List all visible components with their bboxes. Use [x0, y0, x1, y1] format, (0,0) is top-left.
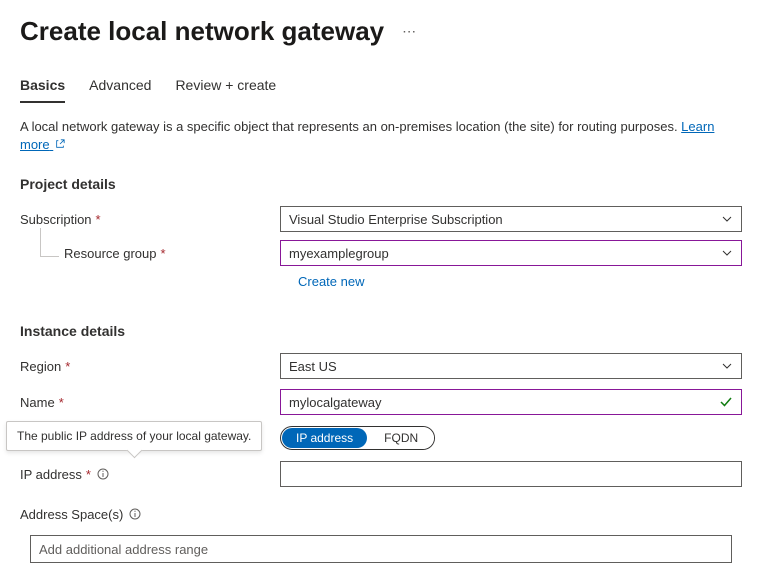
tab-basics[interactable]: Basics	[20, 71, 65, 103]
tab-review-create[interactable]: Review + create	[175, 71, 276, 103]
name-value: mylocalgateway	[289, 395, 382, 410]
section-instance-details: Instance details	[20, 323, 742, 339]
info-icon[interactable]	[97, 468, 109, 480]
intro-body: A local network gateway is a specific ob…	[20, 119, 681, 134]
intro-text: A local network gateway is a specific ob…	[20, 118, 742, 154]
ip-address-label: IP address*	[20, 467, 280, 482]
address-spaces-label: Address Space(s)	[20, 507, 280, 522]
name-label: Name*	[20, 395, 280, 410]
chevron-down-icon	[721, 247, 733, 259]
resource-group-label: Resource group*	[20, 246, 280, 261]
tabs: Basics Advanced Review + create	[20, 71, 742, 104]
external-link-icon	[55, 139, 65, 149]
resource-group-select[interactable]: myexamplegroup	[280, 240, 742, 266]
info-icon[interactable]	[129, 508, 141, 520]
region-label: Region*	[20, 359, 280, 374]
chevron-down-icon	[721, 213, 733, 225]
check-icon	[719, 395, 733, 409]
region-value: East US	[289, 359, 337, 374]
create-new-link[interactable]: Create new	[298, 274, 364, 289]
subscription-value: Visual Studio Enterprise Subscription	[289, 212, 503, 227]
endpoint-option-fqdn[interactable]: FQDN	[368, 427, 434, 449]
resource-group-value: myexamplegroup	[289, 246, 389, 261]
section-project-details: Project details	[20, 176, 742, 192]
name-input-wrapper[interactable]: mylocalgateway	[280, 389, 742, 415]
subscription-label: Subscription*	[20, 212, 280, 227]
region-select[interactable]: East US	[280, 353, 742, 379]
endpoint-toggle: IP address FQDN	[280, 426, 435, 450]
more-menu-icon[interactable]: ⋯	[402, 23, 418, 40]
endpoint-option-ip[interactable]: IP address	[282, 428, 367, 448]
page-title: Create local network gateway	[20, 16, 384, 47]
tab-advanced[interactable]: Advanced	[89, 71, 151, 103]
address-range-input[interactable]	[30, 535, 732, 563]
subscription-select[interactable]: Visual Studio Enterprise Subscription	[280, 206, 742, 232]
endpoint-tooltip: The public IP address of your local gate…	[6, 421, 262, 451]
ip-address-input[interactable]	[280, 461, 742, 487]
chevron-down-icon	[721, 360, 733, 372]
